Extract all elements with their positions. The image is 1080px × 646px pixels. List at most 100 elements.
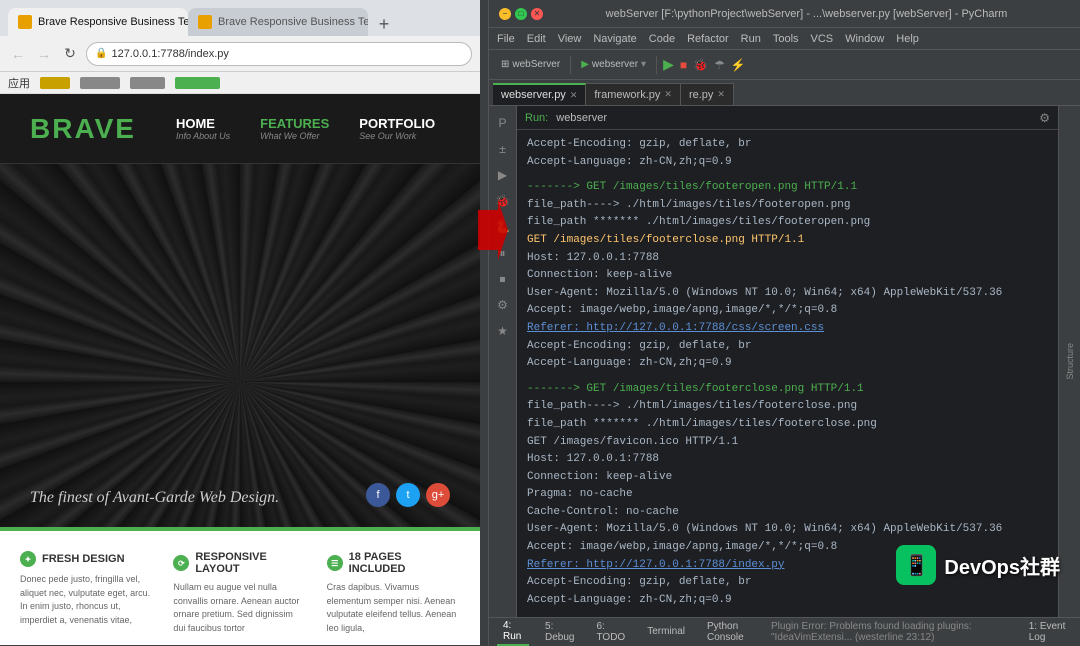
- browser-tab-2[interactable]: Brave Responsive Business Te... ✕: [188, 8, 368, 36]
- project-icon[interactable]: P: [492, 112, 514, 134]
- console-line-14: file_path----> ./html/images/tiles/foote…: [527, 398, 1048, 416]
- console-line-9: Accept: image/webp,image/apng,image/*,*/…: [527, 302, 1048, 320]
- feature-3-text: Cras dapibus. Vivamus elementum semper n…: [327, 581, 460, 635]
- file-tab-webserver[interactable]: webserver.py ✕: [493, 83, 586, 105]
- file-tab-re[interactable]: re.py ✕: [681, 83, 734, 105]
- console-line-15: file_path ******* ./html/images/tiles/fo…: [527, 416, 1048, 434]
- tab-favicon-1: [18, 15, 32, 29]
- menu-navigate[interactable]: Navigate: [593, 33, 636, 45]
- menu-help[interactable]: Help: [896, 33, 919, 45]
- console-line-19: Pragma: no-cache: [527, 486, 1048, 504]
- console-line-3: file_path----> ./html/images/tiles/foote…: [527, 197, 1048, 215]
- status-text: Plugin Error: Problems found loading plu…: [771, 621, 1015, 643]
- stop-button[interactable]: ■: [680, 58, 687, 72]
- pycharm-menubar: File Edit View Navigate Code Refactor Ru…: [489, 28, 1080, 50]
- file-tab-framework-close[interactable]: ✕: [664, 89, 672, 100]
- structure-label: Structure: [1065, 343, 1075, 380]
- bookmark-icon-side[interactable]: ★: [492, 320, 514, 342]
- features-strip: ✦ FRESH DESIGN Donec pede justo, fringil…: [0, 527, 480, 645]
- site-logo: BRAVE: [30, 113, 136, 145]
- browser-tab-1[interactable]: Brave Responsive Business Te... ✕: [8, 8, 188, 36]
- toolbar-sep-2: [656, 56, 657, 74]
- bottom-tab-todo[interactable]: 6: TODO: [590, 619, 631, 645]
- bookmark-item-1: [40, 77, 70, 89]
- minimize-button[interactable]: −: [499, 8, 511, 20]
- twitter-icon[interactable]: t: [396, 483, 420, 507]
- new-tab-button[interactable]: +: [372, 12, 396, 36]
- bottom-tab-python-console[interactable]: Python Console: [701, 619, 761, 645]
- close-button[interactable]: ✕: [531, 8, 543, 20]
- nav-features[interactable]: FEATURES What We Offer: [260, 116, 329, 141]
- bookmarks-label: 应用: [8, 75, 30, 91]
- run-button[interactable]: ▶: [663, 56, 674, 73]
- bottom-tab-terminal[interactable]: Terminal: [641, 624, 691, 639]
- console-line-10[interactable]: Referer: http://127.0.0.1:7788/css/scree…: [527, 320, 1048, 338]
- pycharm-toolbar: ⊞ webServer ▶ webserver ▾ ▶ ■ 🐞 ☂ ⚡: [489, 50, 1080, 80]
- console-area: Run: webserver ⚙ Accept-Encoding: gzip, …: [517, 106, 1058, 617]
- console-line-16: GET /images/favicon.ico HTTP/1.1: [527, 434, 1048, 452]
- feature-1-icon: ✦: [20, 551, 36, 567]
- stop-icon-side[interactable]: ⏹: [492, 268, 514, 290]
- maximize-button[interactable]: □: [515, 8, 527, 20]
- nav-home[interactable]: HOME Info About Us: [176, 116, 230, 141]
- menu-edit[interactable]: Edit: [527, 33, 546, 45]
- commit-icon[interactable]: ±: [492, 138, 514, 160]
- toolbar-dropdown[interactable]: ▾: [641, 59, 646, 70]
- run-bar: Run: webserver ⚙: [517, 106, 1058, 130]
- lock-icon: 🔒: [95, 48, 107, 59]
- watermark: 📱 DevOps社群: [896, 545, 1060, 585]
- bottom-tab-python-console-label: Python Console: [707, 621, 755, 643]
- bottom-tab-event-log-label: 1: Event Log: [1029, 621, 1066, 643]
- pycharm-body: P ± ▶ 🐞 🐍 ⏸ ⏹ ⚙ ★ Run: webserver ⚙ Accep…: [489, 106, 1080, 617]
- nav-portfolio[interactable]: PORTFOLIO See Our Work: [359, 116, 435, 141]
- bottom-tab-run[interactable]: 4: Run: [497, 618, 529, 646]
- console-line-8: User-Agent: Mozilla/5.0 (Windows NT 10.0…: [527, 285, 1048, 303]
- address-box[interactable]: 🔒 127.0.0.1:7788/index.py: [86, 42, 472, 66]
- menu-view[interactable]: View: [558, 33, 582, 45]
- profile-button[interactable]: ⚡: [731, 58, 746, 72]
- menu-code[interactable]: Code: [649, 33, 675, 45]
- reload-button[interactable]: ↻: [60, 44, 80, 64]
- menu-window[interactable]: Window: [845, 33, 884, 45]
- run-icon-side[interactable]: ▶: [492, 164, 514, 186]
- toolbar-project-label: ⊞: [501, 59, 509, 70]
- bottom-right: Plugin Error: Problems found loading plu…: [771, 619, 1072, 645]
- file-tab-framework-label: framework.py: [594, 89, 660, 101]
- debug-button[interactable]: 🐞: [693, 58, 708, 72]
- pause-icon[interactable]: ⏸: [492, 242, 514, 264]
- menu-file[interactable]: File: [497, 33, 515, 45]
- python-icon[interactable]: 🐍: [492, 216, 514, 238]
- run-gear-icon[interactable]: ⚙: [1039, 111, 1050, 125]
- facebook-icon[interactable]: f: [366, 483, 390, 507]
- file-tab-re-close[interactable]: ✕: [717, 89, 725, 100]
- menu-vcs[interactable]: VCS: [811, 33, 834, 45]
- bottom-tab-debug[interactable]: 5: Debug: [539, 619, 580, 645]
- menu-tools[interactable]: Tools: [773, 33, 799, 45]
- toolbar-webserver: ▶ webserver ▾: [577, 57, 650, 72]
- file-tab-framework[interactable]: framework.py ✕: [586, 83, 681, 105]
- coverage-button[interactable]: ☂: [714, 58, 725, 72]
- nav-links: HOME Info About Us FEATURES What We Offe…: [176, 116, 435, 141]
- console-line-18: Connection: keep-alive: [527, 469, 1048, 487]
- console-line-25: Accept-Language: zh-CN,zh;q=0.9: [527, 592, 1048, 610]
- toolbar-project: ⊞ webServer: [497, 57, 564, 72]
- feature-2-title: ⟳ RESPONSIVE LAYOUT: [173, 551, 306, 575]
- hero-content: The finest of Avant-Garde Web Design. f …: [0, 463, 480, 527]
- debug-icon-side[interactable]: 🐞: [492, 190, 514, 212]
- feature-pages-included: ☰ 18 PAGES INCLUDED Cras dapibus. Vivamu…: [327, 551, 460, 635]
- settings-icon[interactable]: ⚙: [492, 294, 514, 316]
- watermark-icon: 📱: [896, 545, 936, 585]
- console-line-1: Accept-Language: zh-CN,zh;q=0.9: [527, 154, 1048, 172]
- console-content[interactable]: Accept-Encoding: gzip, deflate, br Accep…: [517, 130, 1058, 617]
- bottom-tab-event-log[interactable]: 1: Event Log: [1023, 619, 1072, 645]
- menu-refactor[interactable]: Refactor: [687, 33, 729, 45]
- pycharm-bottombar: 4: Run 5: Debug 6: TODO Terminal Python …: [489, 617, 1080, 645]
- forward-button[interactable]: →: [34, 44, 54, 64]
- file-tab-webserver-close[interactable]: ✕: [570, 90, 578, 101]
- nav-features-label: FEATURES: [260, 116, 329, 131]
- googleplus-icon[interactable]: g+: [426, 483, 450, 507]
- feature-3-title: ☰ 18 PAGES INCLUDED: [327, 551, 460, 575]
- menu-run[interactable]: Run: [741, 33, 761, 45]
- hero-social: f t g+: [366, 483, 450, 507]
- back-button[interactable]: ←: [8, 44, 28, 64]
